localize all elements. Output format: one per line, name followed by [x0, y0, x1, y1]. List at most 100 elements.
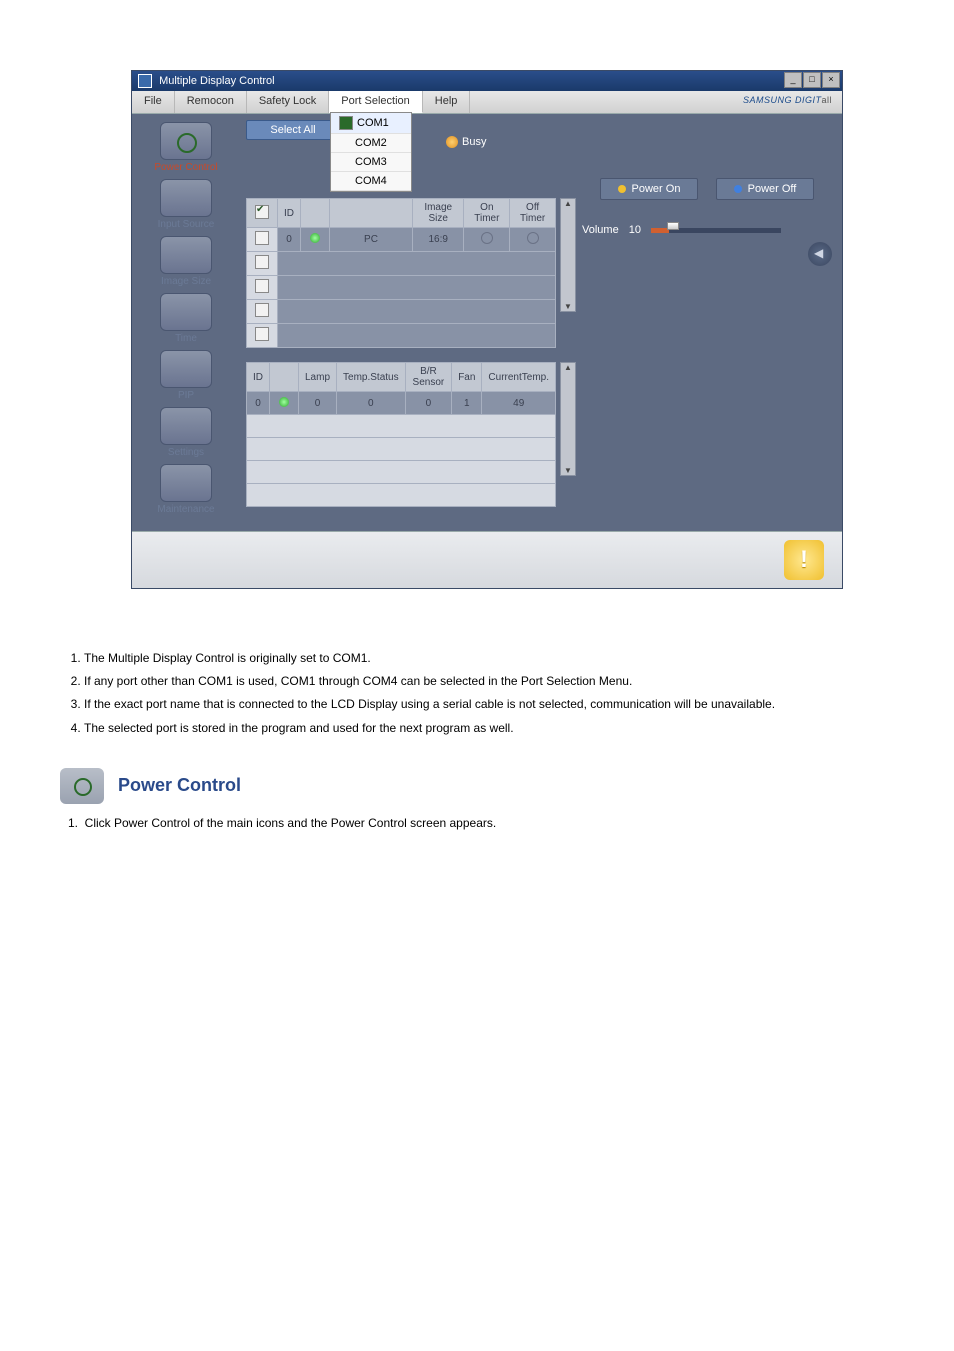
- port-option-com2[interactable]: COM2: [331, 134, 411, 153]
- port-option-label: COM1: [357, 117, 389, 129]
- scroll-down-icon[interactable]: ▼: [564, 302, 572, 311]
- maximize-button[interactable]: □: [803, 72, 821, 88]
- cell-lamp: 0: [299, 392, 337, 415]
- document-body: The Multiple Display Control is original…: [60, 649, 914, 830]
- sidebar-item-label: PIP: [178, 390, 194, 401]
- power-off-button[interactable]: Power Off: [716, 178, 814, 200]
- select-all-checkbox[interactable]: [255, 205, 269, 219]
- row-checkbox[interactable]: [255, 255, 269, 269]
- status-grid-scrollbar[interactable]: ▲ ▼: [560, 362, 576, 476]
- warning-icon: !: [784, 540, 824, 580]
- section-heading: Power Control: [60, 768, 914, 804]
- volume-thumb[interactable]: [667, 222, 679, 230]
- col-off-timer: Off Timer: [510, 199, 556, 228]
- sidebar-item-label: Input Source: [158, 219, 215, 230]
- menu-remocon[interactable]: Remocon: [175, 91, 247, 113]
- col-lamp: Lamp: [299, 363, 337, 392]
- scroll-up-icon[interactable]: ▲: [564, 199, 572, 208]
- port-option-label: COM4: [355, 175, 387, 187]
- settings-icon: [160, 407, 212, 445]
- power-on-button[interactable]: Power On: [600, 178, 698, 200]
- row-checkbox[interactable]: [255, 327, 269, 341]
- cell-fan: 1: [452, 392, 482, 415]
- port-option-com1[interactable]: COM1: [331, 113, 411, 134]
- table-row: [247, 300, 556, 324]
- table-row: [247, 438, 556, 461]
- scroll-up-icon[interactable]: ▲: [564, 363, 572, 372]
- cell-br-sensor: 0: [405, 392, 452, 415]
- list-item: If any port other than COM1 is used, COM…: [84, 672, 914, 691]
- table-row[interactable]: 0 0 0 0 1 49: [247, 392, 556, 415]
- sidebar-item-input-source[interactable]: Input Source: [158, 179, 215, 230]
- maintenance-icon: [160, 464, 212, 502]
- cell-id: 0: [278, 228, 301, 252]
- cell-temp-status: 0: [337, 392, 406, 415]
- port-selection-dropdown: COM1 COM2 COM3 COM4: [330, 112, 412, 192]
- sidebar-item-label: Settings: [168, 447, 204, 458]
- list-item: The selected port is stored in the progr…: [84, 719, 914, 738]
- timer-off-icon: [527, 232, 539, 244]
- menu-port-selection[interactable]: Port Selection: [329, 91, 422, 113]
- col-current-temp: CurrentTemp.: [482, 363, 556, 392]
- menu-file[interactable]: File: [132, 91, 175, 113]
- col-temp-status: Temp.Status: [337, 363, 406, 392]
- col-id: ID: [278, 199, 301, 228]
- table-row: [247, 276, 556, 300]
- app-icon: [138, 74, 152, 88]
- main-area: Select All COM1 COM2 COM3: [240, 114, 842, 523]
- sidebar-item-maintenance[interactable]: Maintenance: [157, 464, 214, 515]
- sidebar-item-settings[interactable]: Settings: [160, 407, 212, 458]
- status-dot-icon: [279, 397, 289, 407]
- row-checkbox[interactable]: [255, 303, 269, 317]
- table-row: [247, 461, 556, 484]
- sidebar-item-label: Maintenance: [157, 504, 214, 515]
- check-icon: [339, 116, 353, 130]
- sidebar: Power Control Input Source Image Size Ti…: [132, 114, 240, 523]
- power-icon: [160, 122, 212, 160]
- select-all-button[interactable]: Select All: [246, 120, 340, 140]
- row-checkbox[interactable]: [255, 279, 269, 293]
- brand-label: SAMSUNG DIGITall: [733, 91, 842, 113]
- table-row[interactable]: 0 PC 16:9: [247, 228, 556, 252]
- time-icon: [160, 293, 212, 331]
- col-id: ID: [247, 363, 270, 392]
- col-status-icon: [301, 199, 330, 228]
- menu-safety-lock[interactable]: Safety Lock: [247, 91, 329, 113]
- timer-off-icon: [481, 232, 493, 244]
- cell-current-temp: 49: [482, 392, 556, 415]
- minimize-button[interactable]: _: [784, 72, 802, 88]
- port-option-com3[interactable]: COM3: [331, 153, 411, 172]
- status-bar: !: [132, 531, 842, 588]
- sidebar-item-pip[interactable]: PIP: [160, 350, 212, 401]
- scroll-down-icon[interactable]: ▼: [564, 466, 572, 475]
- table-row: [247, 415, 556, 438]
- cell-source: PC: [330, 228, 413, 252]
- menu-help[interactable]: Help: [423, 91, 471, 113]
- power-control-section-icon: [60, 768, 104, 804]
- step-text: 1. Click Power Control of the main icons…: [60, 816, 914, 830]
- close-button[interactable]: ×: [822, 72, 840, 88]
- power-on-dot-icon: [618, 185, 626, 193]
- table-row: [247, 324, 556, 348]
- busy-label: Busy: [462, 136, 486, 148]
- col-status-icon: [270, 363, 299, 392]
- col-br-sensor: B/R Sensor: [405, 363, 452, 392]
- col-image-size: Image Size: [413, 199, 464, 228]
- sidebar-item-power-control[interactable]: Power Control: [154, 122, 217, 173]
- grid-scrollbar[interactable]: ▲ ▼: [560, 198, 576, 312]
- power-panel: Power On Power Off Volume 10: [582, 178, 832, 266]
- table-row: [247, 252, 556, 276]
- speaker-icon[interactable]: [808, 242, 832, 266]
- cell-off-timer: [510, 228, 556, 252]
- sidebar-item-time[interactable]: Time: [160, 293, 212, 344]
- window-title: Multiple Display Control: [159, 75, 275, 87]
- port-option-label: COM2: [355, 137, 387, 149]
- row-checkbox[interactable]: [255, 231, 269, 245]
- port-option-com4[interactable]: COM4: [331, 172, 411, 191]
- power-off-label: Power Off: [748, 183, 797, 195]
- volume-slider[interactable]: [651, 228, 781, 233]
- table-row: [247, 484, 556, 507]
- sidebar-item-image-size[interactable]: Image Size: [160, 236, 212, 287]
- busy-indicator: Busy: [446, 136, 486, 148]
- sidebar-item-label: Time: [175, 333, 197, 344]
